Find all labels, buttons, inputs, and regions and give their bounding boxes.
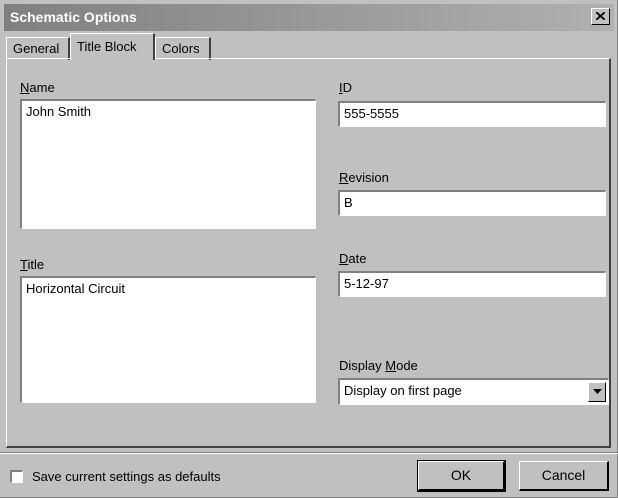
tab-colors[interactable]: Colors: [155, 37, 211, 60]
tab-colors-label: Colors: [162, 41, 200, 56]
chevron-down-icon: [593, 389, 602, 394]
tab-general[interactable]: General: [6, 37, 70, 60]
footer-separator: [0, 452, 618, 454]
title-label: Title: [20, 257, 45, 272]
display-mode-select[interactable]: Display on first page: [338, 378, 609, 405]
ok-button[interactable]: OK: [417, 460, 506, 492]
tab-title-block-label: Title Block: [77, 39, 137, 54]
id-label: ID: [339, 80, 353, 95]
date-label: Date: [339, 251, 367, 266]
cancel-button[interactable]: Cancel: [519, 461, 609, 491]
name-value: John Smith: [26, 104, 92, 119]
save-defaults-label[interactable]: Save current settings as defaults: [32, 469, 221, 484]
title-bar[interactable]: Schematic Options: [4, 4, 614, 31]
dialog-window: Schematic Options General Title Block Co…: [0, 0, 618, 498]
title-textarea[interactable]: Horizontal Circuit: [20, 276, 316, 403]
display-mode-value: Display on first page: [344, 383, 462, 398]
title-value: Horizontal Circuit: [26, 281, 125, 296]
name-textarea[interactable]: John Smith: [20, 99, 316, 229]
date-value: 5-12-97: [344, 276, 389, 291]
save-defaults-checkbox[interactable]: [10, 470, 23, 483]
display-mode-dropdown-button[interactable]: [588, 382, 606, 402]
id-value: 555-5555: [344, 106, 399, 121]
revision-value: B: [344, 195, 353, 210]
close-icon: [596, 12, 605, 20]
id-field[interactable]: 555-5555: [338, 101, 606, 127]
revision-label: Revision: [339, 170, 389, 185]
tab-title-block[interactable]: Title Block: [70, 33, 155, 60]
display-mode-label: Display Mode: [339, 358, 418, 373]
revision-field[interactable]: B: [338, 190, 606, 216]
tab-general-label: General: [13, 41, 60, 56]
date-field[interactable]: 5-12-97: [338, 271, 606, 297]
window-title: Schematic Options: [10, 9, 137, 25]
close-button[interactable]: [591, 8, 610, 25]
name-label: Name: [20, 80, 55, 95]
